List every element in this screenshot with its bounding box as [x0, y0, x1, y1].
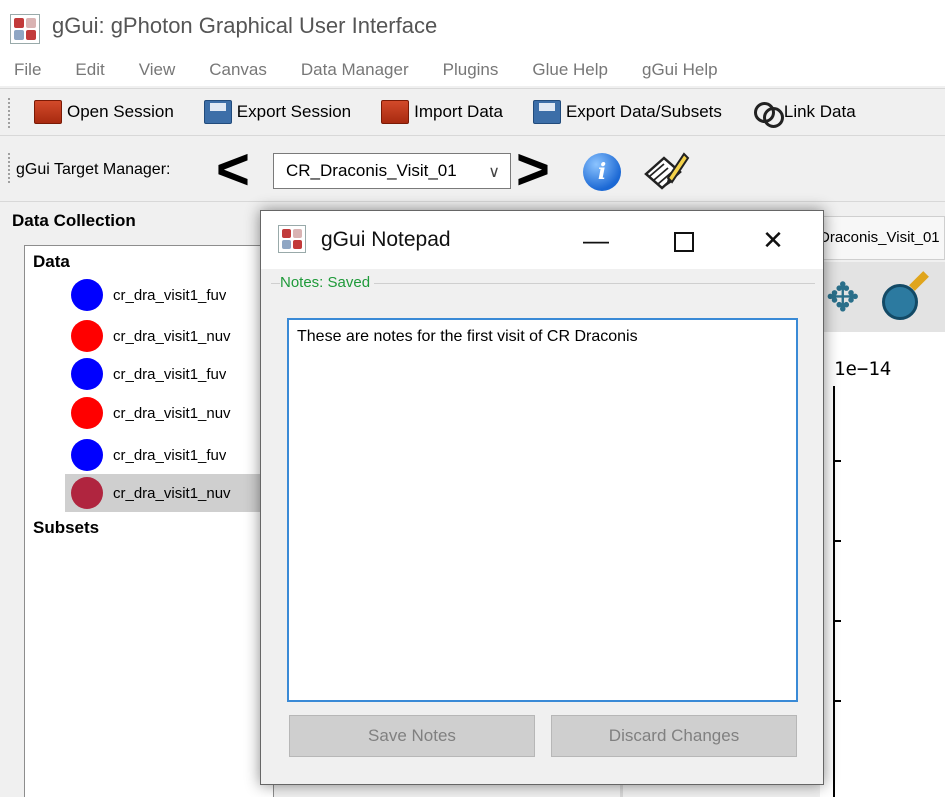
- link-data-button[interactable]: Link Data: [752, 100, 856, 128]
- import-data-button[interactable]: Import Data: [381, 100, 503, 124]
- info-icon[interactable]: i: [583, 153, 621, 191]
- menu-bar: File Edit View Canvas Data Manager Plugi…: [0, 54, 945, 86]
- color-dot[interactable]: [71, 477, 103, 509]
- data-item-name: cr_dra_visit1_nuv: [113, 404, 231, 422]
- menu-canvas[interactable]: Canvas: [209, 60, 267, 80]
- color-dot[interactable]: [71, 397, 103, 429]
- link-data-label: Link Data: [783, 102, 856, 121]
- export-session-button[interactable]: Export Session: [203, 100, 352, 124]
- data-item[interactable]: cr_dra_visit1_fuv: [65, 436, 275, 474]
- export-data-button[interactable]: Export Data/Subsets: [532, 100, 722, 124]
- export-session-label: Export Session: [236, 102, 352, 121]
- save-notes-button[interactable]: Save Notes: [289, 715, 535, 757]
- main-toolbar: Open Session Export Session Import Data …: [0, 88, 945, 136]
- plot-y-axis: [833, 386, 835, 797]
- save-disk-icon: [532, 100, 561, 124]
- data-collection-panel: Data cr_dra_visit1_fuv cr_dra_visit1_nuv…: [24, 245, 275, 797]
- maximize-button[interactable]: [654, 211, 714, 269]
- zoom-icon[interactable]: [882, 284, 918, 320]
- notes-status-label: Notes: Saved: [280, 274, 375, 291]
- close-button[interactable]: ✕: [743, 211, 803, 269]
- toolbar-grip[interactable]: [7, 97, 11, 129]
- data-item[interactable]: cr_dra_visit1_nuv: [65, 317, 275, 355]
- notepad-dialog: gGui Notepad — ✕ Notes: Saved These are …: [260, 210, 824, 785]
- minimize-button[interactable]: —: [566, 211, 626, 269]
- folder-icon: [34, 100, 62, 124]
- data-item-selected[interactable]: cr_dra_visit1_nuv: [65, 474, 275, 512]
- window-title: gGui: gPhoton Graphical User Interface: [52, 13, 438, 38]
- data-heading[interactable]: Data: [33, 252, 70, 272]
- data-item-name: cr_dra_visit1_fuv: [113, 365, 227, 383]
- notepad-title: gGui Notepad: [321, 228, 451, 251]
- app-icon: [278, 225, 306, 253]
- open-session-label: Open Session: [67, 102, 174, 121]
- color-dot[interactable]: [71, 358, 103, 390]
- data-item[interactable]: cr_dra_visit1_fuv: [65, 355, 275, 393]
- menu-edit[interactable]: Edit: [75, 60, 104, 80]
- import-data-label: Import Data: [414, 102, 503, 121]
- menu-file[interactable]: File: [14, 60, 41, 80]
- previous-target-button[interactable]: <: [216, 138, 250, 202]
- data-item-name: cr_dra_visit1_nuv: [113, 327, 231, 345]
- plot-tick: [835, 700, 841, 702]
- pan-arrows-icon[interactable]: ✥: [826, 278, 860, 318]
- data-item-name: cr_dra_visit1_fuv: [113, 446, 227, 464]
- open-session-button[interactable]: Open Session: [34, 100, 174, 124]
- target-select[interactable]: CR_Draconis_Visit_01 ∨: [273, 153, 511, 189]
- notes-textarea[interactable]: These are notes for the first visit of C…: [287, 318, 798, 702]
- plot-tick: [835, 540, 841, 542]
- color-dot[interactable]: [71, 279, 103, 311]
- maximize-icon: [674, 232, 694, 253]
- main-titlebar: gGui: gPhoton Graphical User Interface: [0, 0, 945, 54]
- data-item-name: cr_dra_visit1_nuv: [113, 484, 231, 502]
- next-target-button[interactable]: >: [516, 138, 550, 202]
- toolbar-grip[interactable]: [7, 152, 11, 184]
- menu-data-manager[interactable]: Data Manager: [301, 60, 409, 80]
- folder-icon: [381, 100, 410, 124]
- discard-changes-button[interactable]: Discard Changes: [551, 715, 797, 757]
- color-dot[interactable]: [71, 320, 103, 352]
- menu-ggui-help[interactable]: gGui Help: [642, 60, 718, 80]
- data-item[interactable]: cr_dra_visit1_fuv: [65, 276, 275, 314]
- plot-tick: [835, 620, 841, 622]
- plot-area[interactable]: [820, 332, 945, 797]
- menu-view[interactable]: View: [139, 60, 176, 80]
- export-data-label: Export Data/Subsets: [565, 102, 722, 121]
- notepad-titlebar[interactable]: gGui Notepad — ✕: [261, 211, 823, 269]
- save-disk-icon: [203, 100, 232, 124]
- menu-plugins[interactable]: Plugins: [443, 60, 499, 80]
- menu-glue-help[interactable]: Glue Help: [532, 60, 608, 80]
- target-manager-label: gGui Target Manager:: [16, 161, 171, 178]
- data-item-name: cr_dra_visit1_fuv: [113, 286, 227, 304]
- data-collection-title: Data Collection: [12, 211, 136, 230]
- app-icon: [10, 14, 40, 44]
- data-item[interactable]: cr_dra_visit1_nuv: [65, 394, 275, 432]
- target-select-value: CR_Draconis_Visit_01: [286, 161, 457, 180]
- chevron-down-icon: ∨: [488, 164, 500, 181]
- notepad-pencil-icon[interactable]: [640, 148, 690, 194]
- color-dot[interactable]: [71, 439, 103, 471]
- plot-exponent-label: 1e−14: [834, 358, 892, 380]
- plot-tick: [835, 460, 841, 462]
- link-icon: [752, 100, 784, 128]
- target-manager-bar: gGui Target Manager: < CR_Draconis_Visit…: [0, 138, 945, 202]
- subsets-heading[interactable]: Subsets: [33, 518, 99, 538]
